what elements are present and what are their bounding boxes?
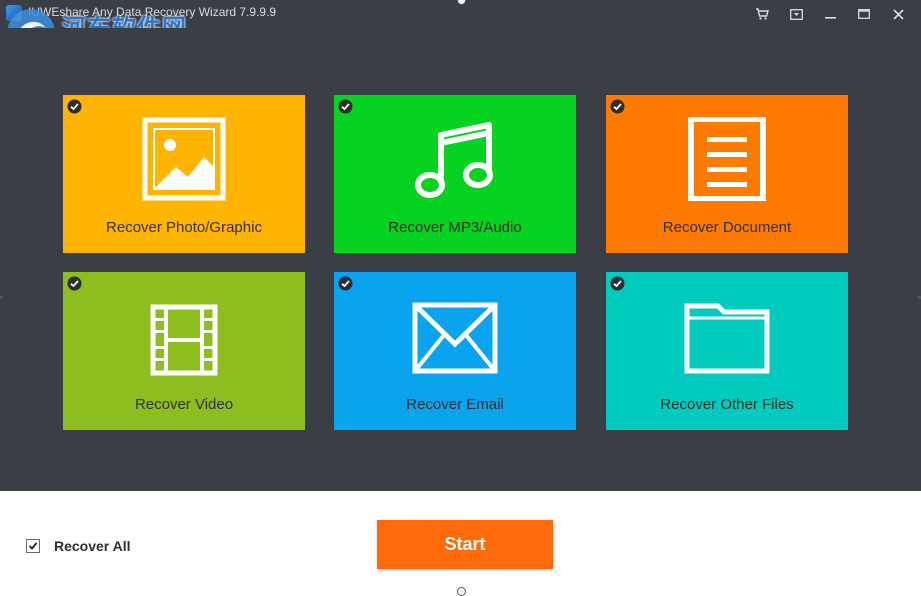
start-button[interactable]: Start [377,520,553,569]
check-icon [67,99,82,114]
tile-label: Recover Video [134,396,234,413]
envelope-icon [412,302,498,374]
recover-all-checkbox[interactable]: Recover All [26,538,131,554]
check-icon [338,276,353,291]
tile-label: Recover MP3/Audio [388,219,522,236]
recover-all-label: Recover All [54,538,131,554]
checkmark-icon [28,542,38,550]
tile-label: Recover Email [406,396,504,413]
close-button[interactable] [881,0,915,28]
tile-label: Recover Other Files [660,396,794,413]
tile-recover-audio[interactable]: Recover MP3/Audio [334,95,576,253]
window-title: IUWEshare Any Data Recovery Wizard 7.9.9… [28,5,277,19]
cart-button[interactable] [745,0,779,28]
resize-handle-bottom[interactable] [457,587,466,596]
minimize-icon [824,17,836,19]
tile-label: Recover Document [662,219,792,236]
tile-recover-email[interactable]: Recover Email [334,272,576,430]
check-icon [610,99,625,114]
footer-bar: Recover All Start [0,491,921,596]
tile-recover-document[interactable]: Recover Document [606,95,848,253]
tile-recover-photo[interactable]: Recover Photo/Graphic [63,95,305,253]
maximize-button[interactable] [847,0,881,28]
app-window: IUWEshare Any Data Recovery Wizard 7.9.9… [0,0,921,596]
maximize-icon [858,9,870,19]
menu-dropdown-button[interactable] [779,0,813,28]
checkbox-box[interactable] [26,539,40,553]
app-logo-icon [6,5,22,21]
tile-recover-other-files[interactable]: Recover Other Files [606,272,848,430]
check-icon [338,99,353,114]
close-icon [892,8,904,20]
recovery-type-panel: Recover Photo/Graphic Recover MP3/Audio [0,28,921,491]
film-strip-icon [150,304,218,376]
menu-dropdown-icon [789,8,803,20]
window-controls [745,0,915,28]
music-note-icon [415,122,493,198]
minimize-button[interactable] [813,0,847,28]
tile-recover-video[interactable]: Recover Video [63,272,305,430]
folder-icon [684,303,770,374]
check-icon [610,276,625,291]
image-icon [142,117,226,201]
tile-label: Recover Photo/Graphic [106,219,262,236]
cart-icon [756,8,769,20]
document-icon [688,117,766,201]
check-icon [67,276,82,291]
resize-handle-left[interactable] [0,296,3,299]
